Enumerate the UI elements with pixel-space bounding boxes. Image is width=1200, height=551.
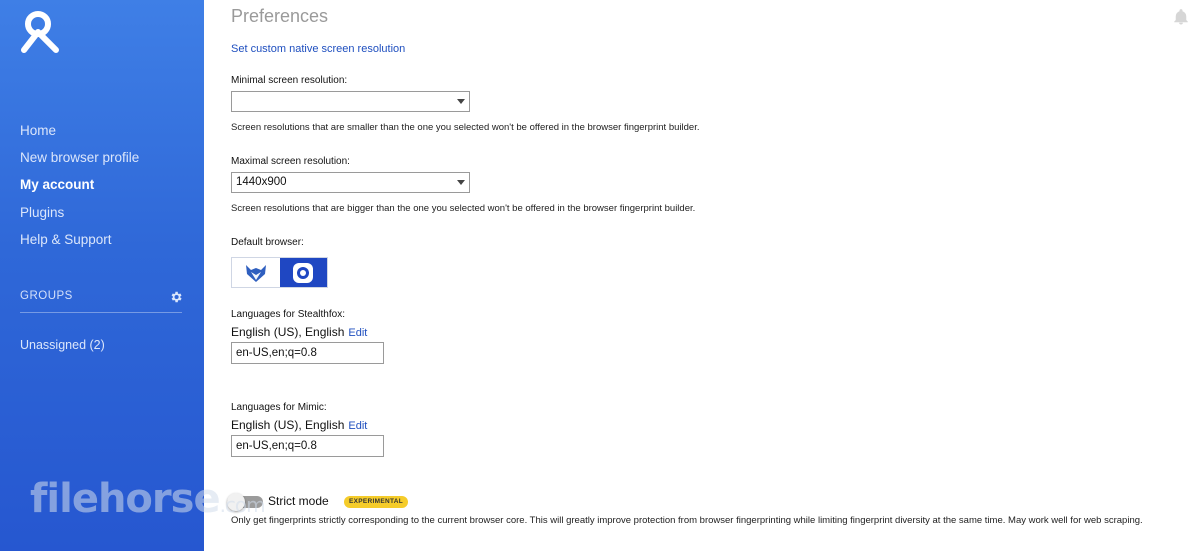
stealthfox-fox-icon bbox=[245, 264, 266, 282]
mimic-option[interactable] bbox=[279, 258, 327, 287]
max-resolution-select[interactable]: 1440x900 bbox=[231, 172, 470, 193]
gear-icon[interactable] bbox=[169, 290, 183, 304]
bell-icon[interactable] bbox=[1172, 8, 1190, 26]
stealthfox-languages-text: English (US), English bbox=[231, 325, 345, 339]
page-title: Preferences bbox=[231, 6, 329, 26]
app-logo-icon[interactable] bbox=[18, 8, 64, 54]
groups-divider bbox=[20, 312, 182, 313]
min-resolution-select[interactable] bbox=[231, 91, 470, 112]
default-browser-toggle bbox=[231, 257, 328, 288]
min-resolution-hint: Screen resolutions that are smaller than… bbox=[231, 122, 700, 133]
max-resolution-hint: Screen resolutions that are bigger than … bbox=[231, 203, 696, 214]
stealthfox-languages-label: Languages for Stealthfox: bbox=[231, 309, 345, 320]
mimic-circle-icon bbox=[293, 262, 314, 283]
custom-resolution-link[interactable]: Set custom native screen resolution bbox=[231, 43, 405, 55]
watermark-suffix: .com bbox=[219, 493, 266, 517]
filehorse-watermark: filehorse.com bbox=[30, 476, 266, 522]
groups-heading: GROUPS bbox=[20, 290, 73, 302]
group-item-unassigned[interactable]: Unassigned (2) bbox=[20, 338, 105, 352]
sidebar: Home New browser profile My account Plug… bbox=[0, 0, 204, 551]
stealthfox-languages-display: English (US), English Edit bbox=[231, 325, 367, 339]
mimic-languages-display: English (US), English Edit bbox=[231, 418, 367, 432]
mimic-languages-input[interactable] bbox=[231, 435, 384, 457]
experimental-badge: EXPERIMENTAL bbox=[344, 496, 409, 508]
stealthfox-option[interactable] bbox=[232, 258, 280, 287]
nav-home[interactable]: Home bbox=[20, 123, 56, 138]
nav-my-account[interactable]: My account bbox=[20, 177, 94, 192]
default-browser-label: Default browser: bbox=[231, 237, 304, 248]
min-resolution-label: Minimal screen resolution: bbox=[231, 75, 348, 86]
nav-help-support[interactable]: Help & Support bbox=[20, 232, 112, 247]
max-resolution-value: 1440x900 bbox=[236, 176, 287, 188]
mimic-languages-label: Languages for Mimic: bbox=[231, 402, 327, 413]
nav-plugins[interactable]: Plugins bbox=[20, 205, 64, 220]
mimic-languages-text: English (US), English bbox=[231, 418, 345, 432]
strict-mode-description: Only get fingerprints strictly correspon… bbox=[231, 515, 1143, 526]
nav-new-browser-profile[interactable]: New browser profile bbox=[20, 150, 139, 165]
caret-down-icon bbox=[457, 180, 465, 185]
stealthfox-languages-edit-link[interactable]: Edit bbox=[348, 327, 367, 339]
strict-mode-label: Strict mode bbox=[268, 494, 329, 508]
stealthfox-languages-input[interactable] bbox=[231, 342, 384, 364]
max-resolution-label: Maximal screen resolution: bbox=[231, 156, 350, 167]
caret-down-icon bbox=[457, 99, 465, 104]
mimic-languages-edit-link[interactable]: Edit bbox=[348, 420, 367, 432]
watermark-text: filehorse bbox=[30, 476, 221, 522]
